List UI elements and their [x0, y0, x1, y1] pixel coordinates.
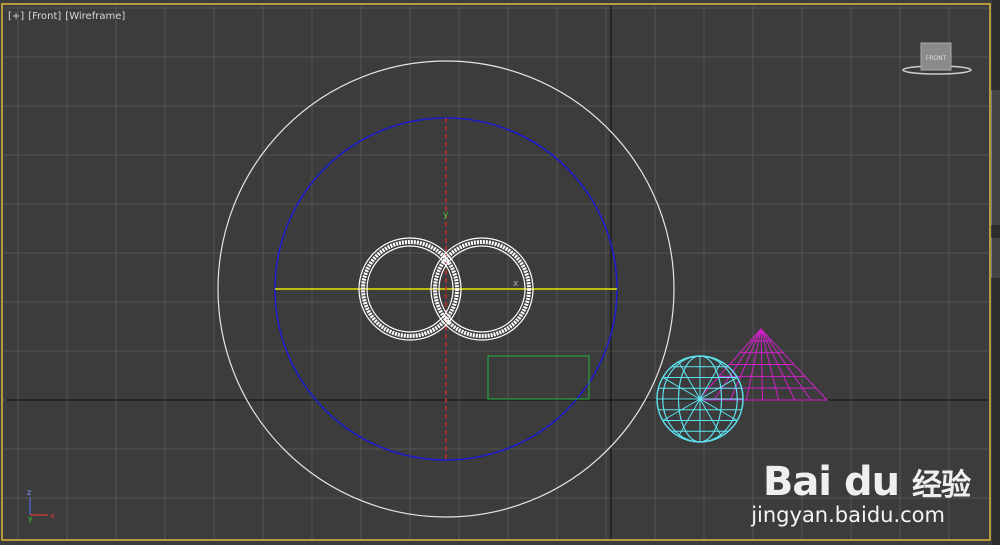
gizmo-x-label: x [513, 279, 519, 289]
viewport-menu-view[interactable]: [Front] [28, 11, 61, 22]
viewport-menu-plus[interactable]: [+] [8, 11, 24, 22]
gizmo-y-label: y [443, 210, 449, 220]
viewport-labels: [+] [Front] [Wireframe] [8, 11, 129, 22]
watermark-logo: Bai du 经验 [762, 459, 971, 505]
viewport-menu-shading[interactable]: [Wireframe] [65, 11, 125, 22]
tripod-y-label: y [28, 514, 33, 523]
geosphere-wireframe[interactable] [656, 355, 744, 443]
watermark-cn: 经验 [912, 468, 971, 503]
tripod-z-label: z [27, 488, 31, 497]
watermark-url: jingyan.baidu.com [751, 503, 945, 527]
panel-button-2[interactable] [991, 238, 1000, 278]
viewcube-face-label: FRONT [926, 55, 947, 62]
panel-button-1[interactable] [991, 90, 1000, 225]
watermark-brand: Bai du [762, 459, 900, 505]
right-command-panel-edge [991, 0, 1000, 545]
tripod-x-label: x [50, 511, 55, 520]
